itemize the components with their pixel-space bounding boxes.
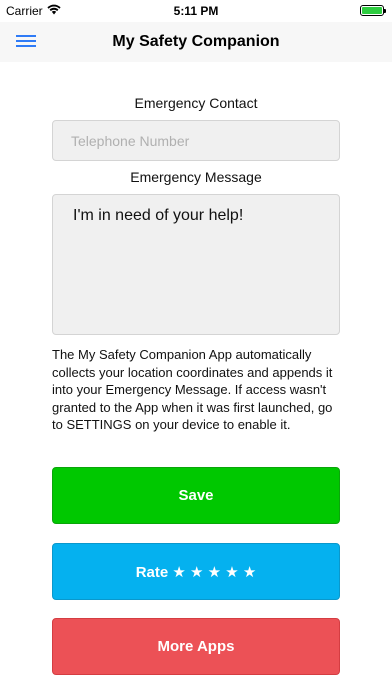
status-bar: Carrier 5:11 PM — [0, 0, 392, 22]
more-apps-button[interactable]: More Apps — [52, 618, 340, 675]
battery-tip — [384, 9, 386, 13]
save-button[interactable]: Save — [52, 467, 340, 524]
battery-level — [362, 7, 382, 14]
battery-icon — [360, 5, 386, 16]
emergency-message-field[interactable]: I'm in need of your help! — [52, 194, 340, 335]
emergency-contact-label: Emergency Contact — [134, 95, 258, 111]
emergency-message-label: Emergency Message — [130, 169, 262, 185]
status-right — [360, 5, 386, 16]
telephone-number-input[interactable] — [52, 120, 340, 161]
rate-button[interactable]: Rate ★ ★ ★ ★ ★ — [52, 543, 340, 600]
status-time: 5:11 PM — [173, 4, 219, 18]
page-title: My Safety Companion — [112, 33, 280, 50]
navigation-bar: My Safety Companion — [0, 22, 392, 62]
info-text: The My Safety Companion App automaticall… — [52, 347, 333, 433]
